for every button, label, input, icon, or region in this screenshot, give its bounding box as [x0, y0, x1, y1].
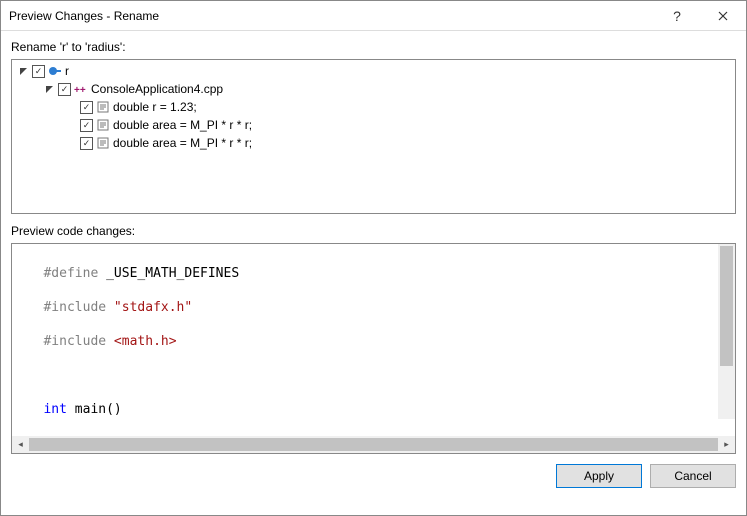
checkbox[interactable]: ✓ — [80, 119, 93, 132]
scrollbar-thumb[interactable] — [29, 438, 718, 451]
checkbox[interactable]: ✓ — [80, 101, 93, 114]
cancel-button[interactable]: Cancel — [650, 464, 736, 488]
tree-item-row[interactable]: ✓ double r = 1.23; — [12, 98, 735, 116]
expand-icon[interactable] — [42, 82, 56, 96]
code-line-icon — [95, 99, 111, 115]
scrollbar-thumb[interactable] — [720, 246, 733, 366]
rename-label: Rename 'r' to 'radius': — [11, 40, 736, 54]
code-preview-panel: #define _USE_MATH_DEFINES #include "stda… — [11, 243, 736, 454]
code-line: #include <math.h> — [20, 333, 735, 350]
tree-file-row[interactable]: ✓ ++ ConsoleApplication4.cpp — [12, 80, 735, 98]
code-line-icon — [95, 117, 111, 133]
code-preview[interactable]: #define _USE_MATH_DEFINES #include "stda… — [12, 244, 735, 436]
scroll-left-icon[interactable]: ◂ — [12, 436, 29, 453]
code-line: #include "stdafx.h" — [20, 299, 735, 316]
checkbox[interactable]: ✓ — [58, 83, 71, 96]
dialog-content: Rename 'r' to 'radius': ✓ r ✓ ++ Console… — [1, 31, 746, 515]
checkbox[interactable]: ✓ — [80, 137, 93, 150]
svg-text:++: ++ — [74, 85, 86, 96]
scroll-right-icon[interactable]: ▸ — [718, 436, 735, 453]
window-title: Preview Changes - Rename — [9, 9, 654, 23]
tree-item-label: double r = 1.23; — [113, 100, 197, 114]
tree-item-row[interactable]: ✓ double area = M_PI * r * r; — [12, 134, 735, 152]
checkbox[interactable]: ✓ — [32, 65, 45, 78]
help-button[interactable]: ? — [654, 1, 700, 31]
expand-icon[interactable] — [16, 64, 30, 78]
cpp-file-icon: ++ — [73, 81, 89, 97]
vertical-scrollbar[interactable] — [718, 244, 735, 419]
apply-button[interactable]: Apply — [556, 464, 642, 488]
changes-tree[interactable]: ✓ r ✓ ++ ConsoleApplication4.cpp ✓ doubl… — [11, 59, 736, 214]
symbol-icon — [47, 63, 63, 79]
tree-item-row[interactable]: ✓ double area = M_PI * r * r; — [12, 116, 735, 134]
close-button[interactable] — [700, 1, 746, 31]
close-icon — [718, 11, 728, 21]
tree-root-row[interactable]: ✓ r — [12, 62, 735, 80]
code-line-icon — [95, 135, 111, 151]
code-line — [20, 367, 735, 384]
code-line: #define _USE_MATH_DEFINES — [20, 265, 735, 282]
tree-item-label: double area = M_PI * r * r; — [113, 118, 252, 132]
code-line: int main() — [20, 401, 735, 418]
tree-root-label: r — [65, 64, 69, 78]
titlebar: Preview Changes - Rename ? — [1, 1, 746, 31]
horizontal-scrollbar[interactable]: ◂ ▸ — [12, 436, 735, 453]
preview-code-label: Preview code changes: — [11, 224, 736, 238]
tree-item-label: double area = M_PI * r * r; — [113, 136, 252, 150]
dialog-button-row: Apply Cancel — [11, 458, 736, 488]
tree-file-label: ConsoleApplication4.cpp — [91, 82, 223, 96]
